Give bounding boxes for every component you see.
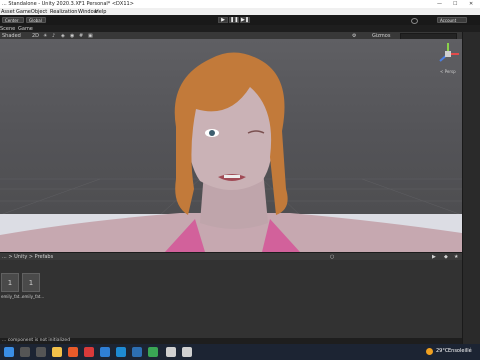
asset-thumbnail[interactable]: 1 <box>1 273 19 292</box>
status-message[interactable]: ... component is not initialized <box>2 338 70 343</box>
pivot-global-button[interactable]: Global <box>26 17 46 23</box>
search-icon[interactable] <box>20 347 30 357</box>
maximize-button[interactable]: ☐ <box>453 1 457 7</box>
app-icon[interactable] <box>68 347 78 357</box>
weather-desc[interactable]: Ensoleillé <box>448 348 472 354</box>
app-icon[interactable] <box>132 347 142 357</box>
weather-sun-icon <box>426 348 433 355</box>
task-view-icon[interactable] <box>36 347 46 357</box>
menu-bar: Asset GameObject Realization Window Help <box>0 8 480 15</box>
persp-label[interactable]: < Persp <box>440 69 456 74</box>
window-title: ... Standalone - Unity 2020.3.XF1 Person… <box>2 1 134 7</box>
asset-label: emily_fat... <box>1 294 24 299</box>
window-title-bar: ... Standalone - Unity 2020.3.XF1 Person… <box>0 0 480 8</box>
inspector-panel-collapsed[interactable] <box>462 32 480 344</box>
step-button[interactable]: ▶❚ <box>240 17 250 23</box>
pivot-global-label: Global <box>29 18 42 23</box>
browser-icon[interactable] <box>84 347 94 357</box>
pivot-center-label: Center <box>5 18 19 23</box>
axis-gizmo-icon <box>439 43 459 62</box>
taskbar: 29°C Ensoleillé <box>0 344 480 360</box>
scene-viewport[interactable]: < Persp <box>0 39 462 252</box>
account-dropdown[interactable]: Account <box>437 17 467 23</box>
unity-editor-icon[interactable] <box>182 347 192 357</box>
play-button[interactable]: ▶ <box>218 17 228 23</box>
project-assets-panel: 1 emily_fat... 1 emily_fat... <box>0 260 462 338</box>
character-iris-left <box>209 130 215 136</box>
browser-icon[interactable] <box>100 347 110 357</box>
pause-button[interactable]: ❚❚ <box>229 17 239 23</box>
account-label: Account <box>440 18 457 23</box>
pivot-center-button[interactable]: Center <box>2 17 24 23</box>
minimize-button[interactable]: — <box>437 1 442 7</box>
app-icon[interactable] <box>148 347 158 357</box>
file-explorer-icon[interactable] <box>52 347 62 357</box>
app-icon[interactable] <box>116 347 126 357</box>
close-button[interactable]: ✕ <box>469 1 473 7</box>
cloud-icon[interactable] <box>411 18 418 24</box>
scene-render <box>0 52 462 252</box>
asset-label: emily_fat... <box>22 294 45 299</box>
scene-orientation-gizmo[interactable] <box>435 41 461 67</box>
weather-temp[interactable]: 29°C <box>436 348 448 354</box>
asset-thumbnail[interactable]: 1 <box>22 273 40 292</box>
tab-bar: Scene Game <box>0 25 480 32</box>
start-icon[interactable] <box>4 347 14 357</box>
character-teeth <box>224 175 240 178</box>
unity-icon[interactable] <box>166 347 176 357</box>
main-toolbar: Center Global ▶ ❚❚ ▶❚ Account <box>0 15 480 25</box>
